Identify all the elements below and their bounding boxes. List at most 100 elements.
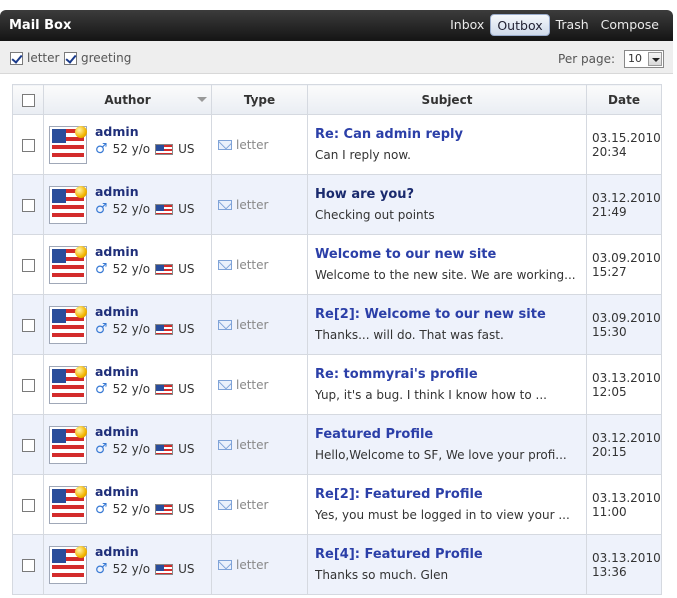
- table-row[interactable]: admin ♂ 52 y/o US letter Re[2]: Featured…: [12, 474, 662, 535]
- mail-table: Author Type Subject Date admin ♂ 52 y/o …: [12, 84, 662, 595]
- tab-outbox[interactable]: Outbox: [490, 14, 550, 36]
- author-name-link[interactable]: admin: [95, 124, 139, 139]
- tab-trash[interactable]: Trash: [550, 14, 595, 36]
- author-country: US: [178, 382, 195, 396]
- message-snippet: Thanks so much. Glen: [315, 568, 449, 582]
- message-snippet: Yes, you must be logged in to view your …: [315, 508, 570, 522]
- avatar[interactable]: [49, 546, 87, 584]
- row-checkbox-cell: [12, 474, 44, 535]
- message-date: 03.12.2010: [592, 430, 661, 445]
- row-checkbox[interactable]: [21, 498, 35, 512]
- letter-checkbox[interactable]: [10, 51, 23, 65]
- row-checkbox[interactable]: [21, 378, 35, 392]
- message-time: 20:15: [592, 444, 627, 459]
- us-flag-icon: [155, 323, 174, 335]
- author-meta: ♂ 52 y/o US: [95, 382, 195, 396]
- subject-column-header[interactable]: Subject: [307, 84, 587, 115]
- author-column-header[interactable]: Author: [43, 84, 212, 115]
- us-flag-icon: [155, 383, 174, 395]
- author-name-link[interactable]: admin: [95, 424, 139, 439]
- online-status-icon: [75, 246, 87, 258]
- type-cell: letter: [211, 294, 308, 355]
- table-row[interactable]: admin ♂ 52 y/o US letter Re: Can admin r…: [12, 114, 662, 175]
- author-meta: ♂ 52 y/o US: [95, 262, 195, 276]
- greeting-checkbox[interactable]: [64, 51, 77, 65]
- subject-link[interactable]: Re[4]: Featured Profile: [315, 547, 586, 562]
- subject-link[interactable]: Re: tommyrai's profile: [315, 367, 586, 382]
- table-row[interactable]: admin ♂ 52 y/o US letter Featured Profil…: [12, 414, 662, 475]
- subject-link[interactable]: Re[2]: Welcome to our new site: [315, 307, 586, 322]
- us-flag-icon: [155, 203, 174, 215]
- subject-link[interactable]: Re[2]: Featured Profile: [315, 487, 586, 502]
- type-column-header[interactable]: Type: [211, 84, 308, 115]
- table-row[interactable]: admin ♂ 52 y/o US letter Re[2]: Welcome …: [12, 294, 662, 355]
- message-snippet: Welcome to the new site. We are working.…: [315, 268, 576, 282]
- online-status-icon: [75, 546, 87, 558]
- author-name-link[interactable]: admin: [95, 244, 139, 259]
- row-checkbox[interactable]: [21, 318, 35, 332]
- row-checkbox[interactable]: [21, 558, 35, 572]
- type-header-label: Type: [243, 92, 276, 107]
- filter-letter: letter: [10, 51, 59, 65]
- table-row[interactable]: admin ♂ 52 y/o US letter Welcome to our …: [12, 234, 662, 295]
- male-icon: ♂: [95, 561, 108, 577]
- per-page-select[interactable]: 10: [624, 50, 664, 68]
- message-date: 03.13.2010: [592, 370, 661, 385]
- author-meta: ♂ 52 y/o US: [95, 502, 195, 516]
- tab-compose[interactable]: Compose: [595, 14, 665, 36]
- author-cell: admin ♂ 52 y/o US: [43, 354, 212, 415]
- avatar[interactable]: [49, 186, 87, 224]
- author-name-link[interactable]: admin: [95, 364, 139, 379]
- message-date: 03.09.2010: [592, 310, 661, 325]
- date-cell: 03.09.2010 15:27: [586, 234, 662, 295]
- author-cell: admin ♂ 52 y/o US: [43, 414, 212, 475]
- message-date: 03.13.2010: [592, 550, 661, 565]
- avatar[interactable]: [49, 366, 87, 404]
- chevron-down-icon[interactable]: [648, 52, 662, 66]
- author-meta: ♂ 52 y/o US: [95, 202, 195, 216]
- avatar[interactable]: [49, 486, 87, 524]
- subject-link[interactable]: How are you?: [315, 187, 586, 202]
- author-age: 52 y/o: [112, 442, 151, 456]
- message-date: 03.09.2010: [592, 250, 661, 265]
- subject-header-label: Subject: [421, 92, 473, 107]
- online-status-icon: [75, 366, 87, 378]
- row-checkbox[interactable]: [21, 198, 35, 212]
- subject-link[interactable]: Re: Can admin reply: [315, 127, 586, 142]
- date-column-header[interactable]: Date: [586, 84, 662, 115]
- row-checkbox[interactable]: [21, 138, 35, 152]
- subject-link[interactable]: Welcome to our new site: [315, 247, 586, 262]
- row-checkbox[interactable]: [21, 438, 35, 452]
- author-name-link[interactable]: admin: [95, 184, 139, 199]
- table-row[interactable]: admin ♂ 52 y/o US letter How are you? Ch…: [12, 174, 662, 235]
- table-row[interactable]: admin ♂ 52 y/o US letter Re: tommyrai's …: [12, 354, 662, 415]
- subject-link[interactable]: Featured Profile: [315, 427, 586, 442]
- row-checkbox[interactable]: [21, 258, 35, 272]
- tab-inbox[interactable]: Inbox: [444, 14, 490, 36]
- message-type: letter: [236, 137, 269, 152]
- avatar[interactable]: [49, 126, 87, 164]
- author-cell: admin ♂ 52 y/o US: [43, 534, 212, 595]
- row-checkbox-cell: [12, 354, 44, 415]
- online-status-icon: [75, 306, 87, 318]
- author-name-link[interactable]: admin: [95, 304, 139, 319]
- avatar[interactable]: [49, 246, 87, 284]
- envelope-icon: [218, 259, 232, 270]
- author-name-link[interactable]: admin: [95, 484, 139, 499]
- select-all-checkbox[interactable]: [21, 93, 35, 107]
- avatar[interactable]: [49, 426, 87, 464]
- us-flag-icon: [155, 263, 174, 275]
- author-name-link[interactable]: admin: [95, 544, 139, 559]
- envelope-icon: [218, 139, 232, 150]
- table-row[interactable]: admin ♂ 52 y/o US letter Re[4]: Featured…: [12, 534, 662, 595]
- male-icon: ♂: [95, 501, 108, 517]
- message-type: letter: [236, 497, 269, 512]
- author-country: US: [178, 442, 195, 456]
- author-country: US: [178, 262, 195, 276]
- avatar[interactable]: [49, 306, 87, 344]
- sort-down-icon[interactable]: [197, 97, 207, 102]
- male-icon: ♂: [95, 381, 108, 397]
- message-time: 13:36: [592, 564, 627, 579]
- message-type: letter: [236, 197, 269, 212]
- row-checkbox-cell: [12, 294, 44, 355]
